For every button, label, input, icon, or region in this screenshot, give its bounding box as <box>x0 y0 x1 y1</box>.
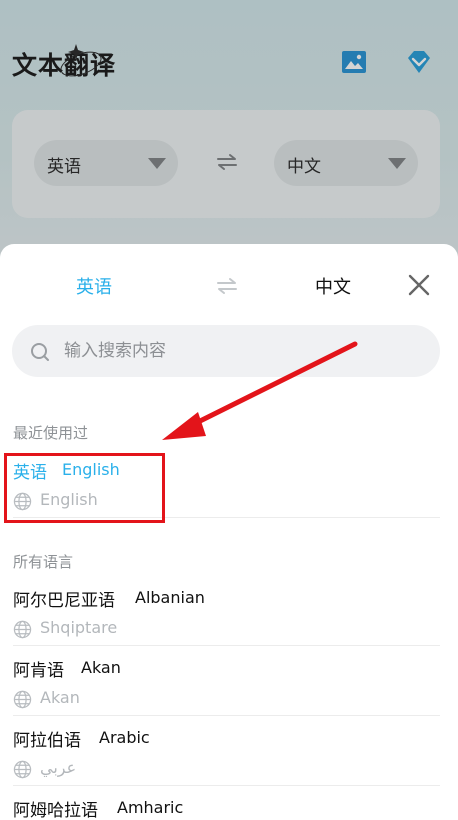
language-item-arabic[interactable]: 阿拉伯语 Arabic عربي <box>0 716 458 786</box>
language-endonym: Akan <box>40 688 80 707</box>
language-item-amharic[interactable]: 阿姆哈拉语 Amharic <box>0 786 458 820</box>
language-endonym: Shqiptare <box>40 618 118 637</box>
language-item-albanian[interactable]: 阿尔巴尼亚语 Albanian Shqiptare <box>0 576 458 646</box>
language-name-zh: 阿姆哈拉语 <box>13 801 98 820</box>
close-icon[interactable] <box>406 272 432 298</box>
tab-source-language[interactable]: 英语 <box>76 273 112 299</box>
annotation-arrow-icon <box>162 341 358 440</box>
search-icon <box>31 343 49 361</box>
language-name-zh: 阿拉伯语 <box>13 731 81 751</box>
globe-icon <box>13 620 32 639</box>
all-languages-section-label: 所有语言 <box>13 553 74 571</box>
language-item-akan[interactable]: 阿肯语 Akan Akan <box>0 646 458 716</box>
globe-icon <box>13 690 32 709</box>
language-name-en: Arabic <box>99 728 150 747</box>
recent-section-label: 最近使用过 <box>13 424 89 442</box>
language-endonym: عربي <box>40 758 77 777</box>
globe-icon <box>13 760 32 779</box>
language-name-en: Amharic <box>117 798 184 817</box>
swap-icon[interactable] <box>216 277 238 295</box>
language-name-en: Akan <box>81 658 121 677</box>
language-name-zh: 阿肯语 <box>13 661 64 681</box>
modal-dim-overlay[interactable] <box>0 0 458 260</box>
language-tabs: 英语 中文 <box>0 244 458 324</box>
language-name-zh: 阿尔巴尼亚语 <box>13 591 115 611</box>
tab-target-language[interactable]: 中文 <box>315 273 351 299</box>
language-name-en: Albanian <box>135 588 205 607</box>
annotation-highlight-box <box>4 453 165 523</box>
